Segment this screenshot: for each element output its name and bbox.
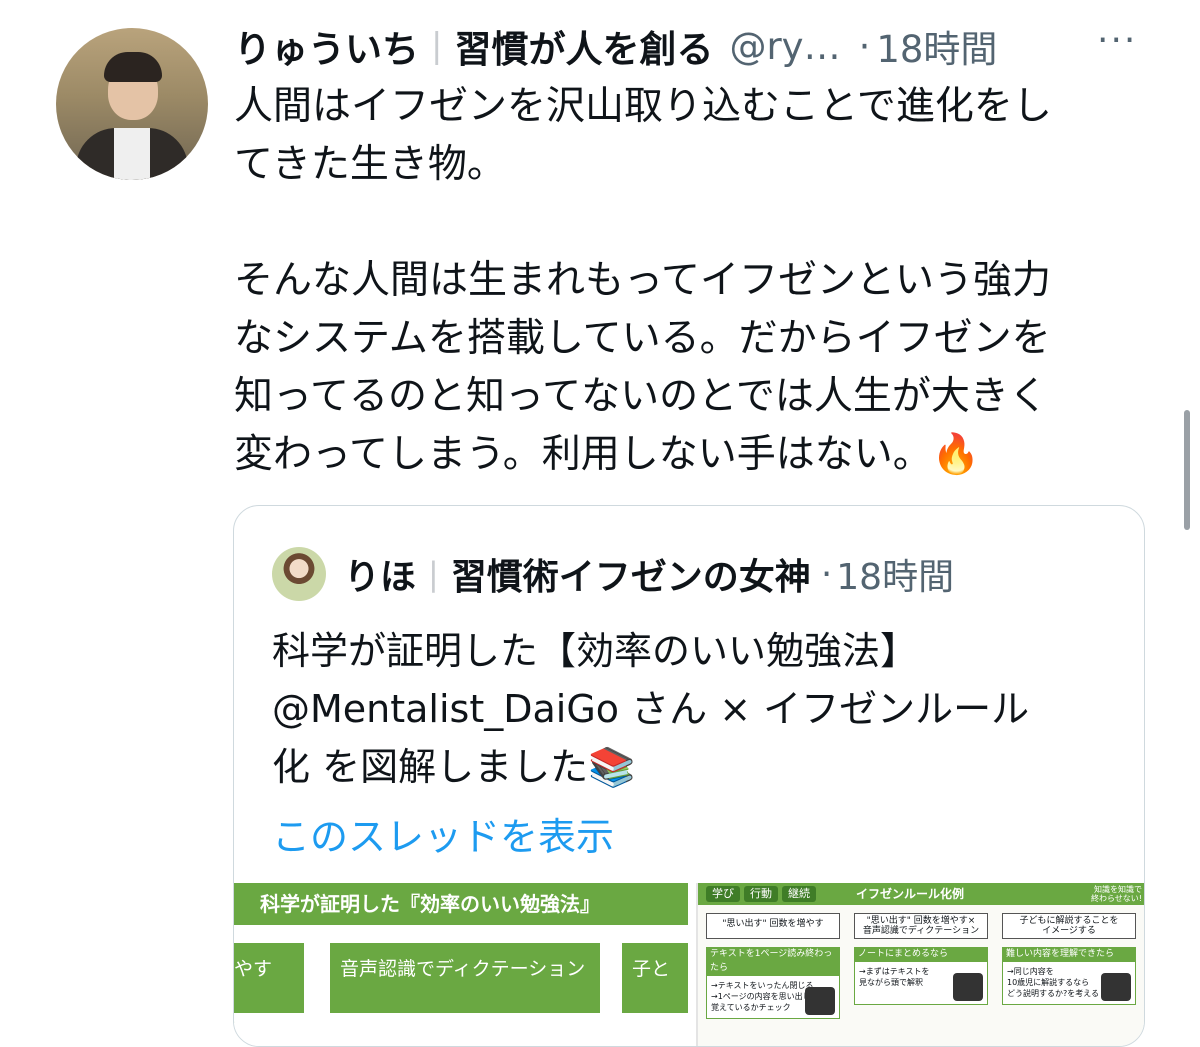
quoted-tweet-card[interactable]: りほ | 習慣術イフゼンの女神 · 18時間 科学が証明した【効率のいい勉強法】… [233,505,1145,1047]
media-left-banner: 科学が証明した『効率のいい勉強法』 [234,883,688,925]
media-right-tab-1: 学び [706,886,740,902]
media-left-box-2: 音声認識でディクテーション [330,943,600,1023]
column-1-subheading: テキストを1ページ読み終わったら [706,947,840,975]
author-bio-name[interactable]: 習慣が人を創る [454,19,713,73]
tweet-timestamp[interactable]: 18時間 [876,19,997,73]
author-display-name[interactable]: りゅういち [234,19,419,73]
quoted-author-bio-name: 習慣術イフゼンの女神 [450,557,811,598]
quoted-author-avatar [272,547,326,601]
column-2-subheading: ノートにまとめるなら [854,947,988,961]
media-left-box-1: やす [234,943,304,1023]
media-right-tab-3: 継続 [782,886,816,902]
quoted-tweet-header: りほ | 習慣術イフゼンの女神 · 18時間 [272,546,954,602]
avatar-shirt [114,128,150,180]
name-separator: | [431,26,443,66]
column-2-heading: "思い出す" 回数を増やす× 音声認識でディクテーション [854,913,988,939]
media-right-topbar: 学び 行動 継続 イフゼンルール化例 知識を知識で 終わらせない! [698,883,1144,905]
teaching-icon [1101,973,1131,1001]
more-options-icon[interactable]: ··· [1097,20,1137,61]
brain-icon [953,973,983,1001]
media-right-column-2: "思い出す" 回数を増やす× 音声認識でディクテーション ノートにまとめるなら … [854,913,988,1005]
person-reading-icon [805,987,835,1015]
media-image-left[interactable]: 科学が証明した『効率のいい勉強法』 やす 音声認識でディクテーション 子と [234,883,688,1046]
column-1-heading: "思い出す" 回数を増やす [706,913,840,939]
media-image-right[interactable]: 学び 行動 継続 イフゼンルール化例 知識を知識で 終わらせない! "思い出す" 回… [696,883,1144,1046]
media-right-column-1: "思い出す" 回数を増やす テキストを1ページ読み終わったら →テキストをいった… [706,913,840,1019]
quoted-header-dot: · [820,553,833,595]
avatar-hair [104,52,162,82]
show-thread-link[interactable]: このスレッドを表示 [272,806,614,861]
media-right-corner: 知識を知識で 終わらせない! [1090,885,1142,903]
column-3-body-text: →同じ内容を 10歳児に解説するなら どう説明するか?を考える [1007,967,1100,998]
tweet-header: りゅういち | 習慣が人を創る @ry… · 18時間 [234,18,1194,74]
author-handle[interactable]: @ry… [729,25,840,68]
quoted-author-display-name: りほ [344,557,417,598]
column-3-subheading: 難しい内容を理解できたら [1002,947,1136,961]
media-right-title: イフゼンルール化例 [856,887,965,901]
author-avatar[interactable] [56,28,208,180]
quoted-name-separator: | [428,555,439,593]
column-2-body: →まずはテキストを 見ながら頭で解釈 [854,961,988,1005]
media-right-column-3: 子どもに解説することを イメージする 難しい内容を理解できたら →同じ内容を 1… [1002,913,1136,1005]
media-left-box-3: 子と [622,943,688,1023]
column-2-body-text: →まずはテキストを 見ながら頭で解釈 [859,967,930,987]
quoted-tweet-text: 科学が証明した【効率のいい勉強法】 @Mentalist_DaiGo さん × … [272,629,1030,789]
header-dot: · [858,24,871,68]
column-3-heading: 子どもに解説することを イメージする [1002,913,1136,939]
tweet-text: 人間はイフゼンを沢山取り込むことで進化をし てきた生き物。 そんな人間は生まれも… [234,84,1052,477]
column-1-body: →テキストをいったん閉じる →1ページの内容を思い出して、 覚えているかチェック [706,975,840,1019]
media-right-tab-2: 行動 [744,886,778,902]
scrollbar-thumb[interactable] [1184,410,1190,530]
column-3-body: →同じ内容を 10歳児に解説するなら どう説明するか?を考える [1002,961,1136,1005]
quoted-tweet-timestamp: 18時間 [836,557,955,598]
